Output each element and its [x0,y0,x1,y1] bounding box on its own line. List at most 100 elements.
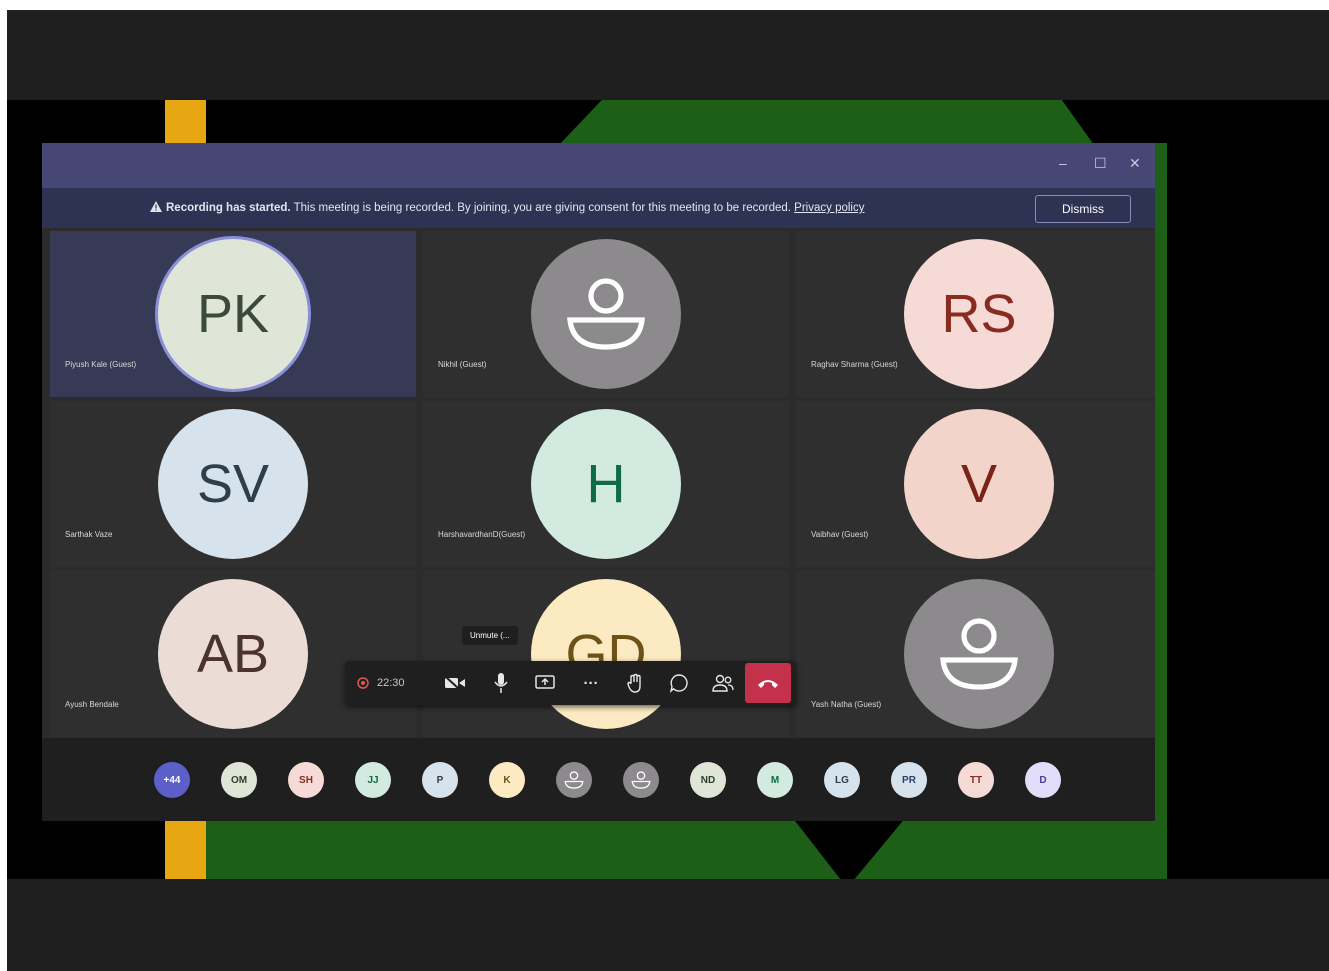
raise-hand-icon [627,673,641,693]
participant-initials: H [586,454,626,514]
strip-participant-avatar[interactable]: PR [891,762,927,798]
participant-avatar: H [531,409,681,559]
participant-tile[interactable]: AB Ayush Bendale [50,571,416,737]
yellow-block-bottom [165,821,206,879]
participant-name: Raghav Sharma (Guest) [811,360,898,369]
participant-name: Nikhil (Guest) [438,360,487,369]
unmute-tooltip: Unmute (... [462,626,518,645]
participant-avatar: RS [904,239,1054,389]
chat-button[interactable] [659,661,699,705]
strip-participant-avatar[interactable]: LG [824,762,860,798]
call-timer-value: 22:30 [377,677,405,689]
strip-participant-avatar[interactable]: JJ [355,762,391,798]
participant-tile[interactable]: V Vaibhav (Guest) [796,401,1155,567]
chat-icon [669,674,688,693]
strip-participant-initials: SH [299,774,313,786]
privacy-policy-link[interactable]: Privacy policy [794,202,864,214]
yellow-block-top [165,100,206,145]
strip-participant-avatar[interactable]: TT [958,762,994,798]
strip-participant-initials: D [1039,774,1047,786]
participant-avatar: SV [158,409,308,559]
participant-initials: SV [196,454,270,514]
strip-participant-avatar[interactable]: SH [288,762,324,798]
person-icon [567,278,645,350]
participants-icon [712,674,734,692]
close-button[interactable]: ✕ [1129,155,1141,172]
participant-name: Sarthak Vaze [65,530,113,539]
hang-up-button[interactable] [745,663,791,703]
more-actions-button[interactable]: ··· [571,661,611,705]
banner-text: Recording has started. This meeting is b… [150,201,864,214]
person-icon [564,771,584,789]
participant-tile[interactable]: GD [423,571,789,737]
participant-tile[interactable]: Nikhil (Guest) [423,231,789,397]
banner-title: Recording has started. [166,202,291,214]
strip-participant-avatar[interactable]: D [1025,762,1061,798]
participant-initials: RS [941,284,1017,344]
strip-participant-avatar[interactable]: ND [690,762,726,798]
raise-hand-button[interactable] [615,661,655,705]
strip-participant-avatar[interactable]: OM [221,762,257,798]
strip-participant-avatar[interactable]: K [489,762,525,798]
share-screen-icon [535,675,555,689]
participant-initials: PK [196,284,270,344]
recording-banner: Recording has started. This meeting is b… [42,188,1155,228]
video-frame: – ☐ ✕ Recording has started. This meetin… [7,10,1329,971]
letterbox-top [7,10,1329,100]
participant-initials: V [960,454,998,514]
person-icon [631,771,651,789]
hangup-icon [758,680,778,688]
participant-name: Piyush Kale (Guest) [65,360,137,369]
participant-initials: AB [196,624,270,684]
participant-tile[interactable]: Yash Natha (Guest) [796,571,1155,737]
share-screen-button[interactable] [525,661,565,705]
participants-button[interactable] [703,661,743,705]
strip-participant-initials: +44 [163,774,181,786]
person-icon [940,618,1018,690]
mic-button[interactable] [481,661,521,705]
warning-icon [150,201,162,212]
strip-participant-initials: JJ [367,774,379,786]
participant-avatar: GD [531,579,681,729]
participant-avatar: V [904,409,1054,559]
recording-indicator-icon [357,677,369,689]
strip-participant-initials: M [770,774,780,786]
participant-avatar: PK [158,239,308,389]
video-grid: PK Piyush Kale (Guest) Nikhil (Guest) RS Rag… [42,228,1155,737]
strip-participant-avatar[interactable] [556,762,592,798]
strip-participant-initials: LG [835,774,849,786]
strip-participant-avatar[interactable]: M [757,762,793,798]
participant-tile[interactable]: RS Raghav Sharma (Guest) [796,231,1155,397]
title-bar: – ☐ ✕ [42,143,1155,188]
strip-participant-initials: TT [969,774,983,786]
participant-tile[interactable]: H HarshavardhanD(Guest) [423,401,789,567]
strip-participant-avatar[interactable]: P [422,762,458,798]
camera-button[interactable] [435,661,475,705]
strip-participant-initials: P [436,774,444,786]
green-shape-bottom [206,821,1167,879]
strip-participant-avatar[interactable]: +44 [154,762,190,798]
green-shape-top [559,100,1094,145]
participant-name: Ayush Bendale [65,700,119,709]
participant-tile[interactable]: PK Piyush Kale (Guest) [50,231,416,397]
strip-participant-initials: ND [700,774,716,786]
minimize-button[interactable]: – [1059,155,1067,171]
strip-participant-avatar[interactable] [623,762,659,798]
participant-avatar: AB [158,579,308,729]
dismiss-button[interactable]: Dismiss [1035,195,1131,223]
participant-name: Vaibhav (Guest) [811,530,869,539]
maximize-button[interactable]: ☐ [1094,155,1107,172]
participant-name: Yash Natha (Guest) [811,700,882,709]
strip-participant-initials: PR [902,774,916,786]
banner-message: This meeting is being recorded. By joini… [293,202,791,214]
call-controls-toolbar: 22:30 ··· [345,661,796,705]
participant-strip: +44 OM SH JJ P K ND M LG PR TT D [42,738,1155,821]
participant-tile[interactable]: SV Sarthak Vaze [50,401,416,567]
green-shape-right [1155,143,1167,879]
participant-avatar [531,239,681,389]
call-timer: 22:30 [357,661,405,705]
strip-participant-initials: OM [230,774,248,786]
meeting-window: – ☐ ✕ Recording has started. This meetin… [42,143,1155,821]
participant-name: HarshavardhanD(Guest) [438,530,526,539]
mic-icon [494,673,508,693]
